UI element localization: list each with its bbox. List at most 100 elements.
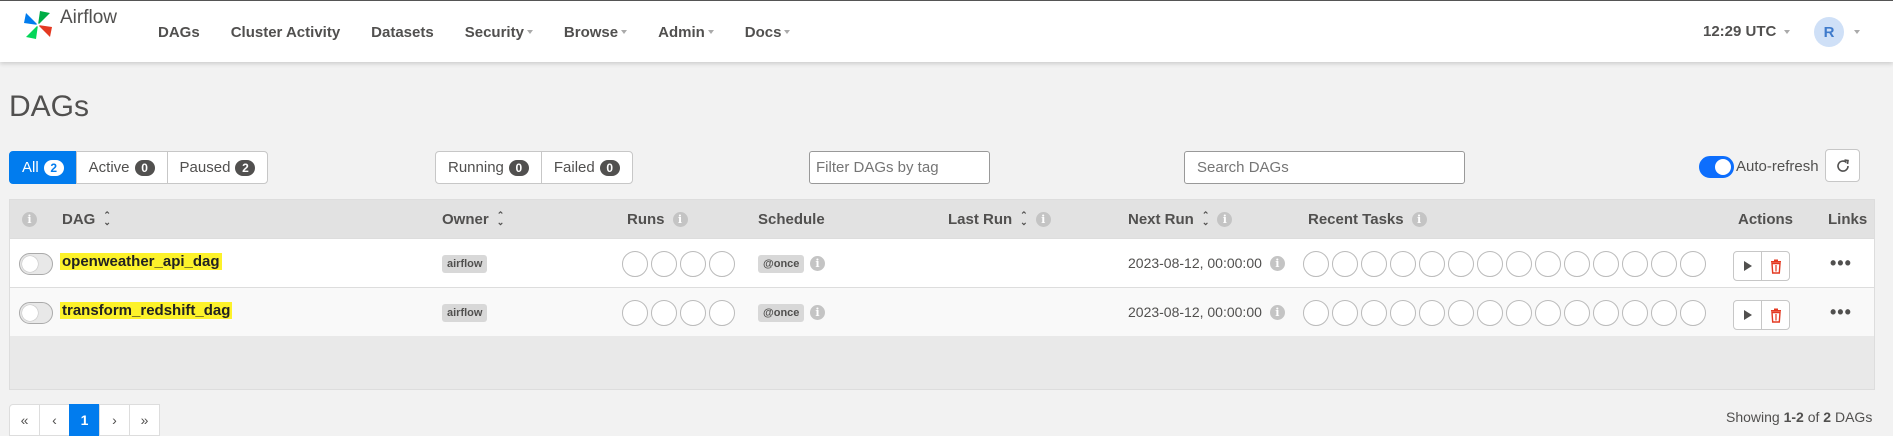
task-state-circle[interactable] <box>1593 300 1619 326</box>
tag-filter-input[interactable] <box>809 151 990 184</box>
next-run-value: 2023-08-12, 00:00:00 <box>1128 304 1262 320</box>
task-state-circle[interactable] <box>1622 251 1648 277</box>
col-schedule: Schedule <box>758 200 825 238</box>
info-icon[interactable]: i <box>1269 304 1285 320</box>
task-state-circle[interactable] <box>1303 251 1329 277</box>
task-state-circle[interactable] <box>1564 300 1590 326</box>
info-icon[interactable]: i <box>1217 211 1233 227</box>
col-owner[interactable]: Owner ⌃ ⌄ <box>442 200 504 238</box>
next-run-cell: 2023-08-12, 00:00:00 i <box>1128 304 1285 320</box>
task-state-circle[interactable] <box>1303 300 1329 326</box>
task-state-circle[interactable] <box>1448 251 1474 277</box>
links-menu-icon[interactable]: ••• <box>1830 253 1852 274</box>
run-state-circle[interactable] <box>622 251 648 277</box>
nav-dags[interactable]: DAGs <box>158 24 200 41</box>
refresh-button[interactable] <box>1825 149 1860 182</box>
info-icon[interactable]: i <box>672 211 688 227</box>
nav-docs-label: Docs <box>744 23 782 41</box>
run-state-circle[interactable] <box>651 251 677 277</box>
nav-browse[interactable]: Browse <box>564 24 628 41</box>
links-menu-icon[interactable]: ••• <box>1830 302 1852 323</box>
delete-dag-button[interactable] <box>1761 251 1790 281</box>
utc-clock[interactable]: 12:29 UTC <box>1703 23 1791 40</box>
last-page-button[interactable]: » <box>129 404 160 436</box>
nav-docs[interactable]: Docs <box>745 24 791 41</box>
task-state-circle[interactable] <box>1361 300 1387 326</box>
trigger-dag-button[interactable] <box>1733 300 1762 330</box>
filter-running-button[interactable]: Running 0 <box>435 151 542 184</box>
prev-page-button[interactable]: ‹ <box>39 404 70 436</box>
info-icon[interactable]: i <box>22 211 37 227</box>
pause-toggle[interactable] <box>19 302 53 324</box>
brand-logo[interactable]: Airflow <box>22 7 117 41</box>
count-badge: 2 <box>235 159 256 176</box>
task-state-circle[interactable] <box>1390 300 1416 326</box>
col-dag[interactable]: DAG ⌃ ⌄ <box>62 200 111 238</box>
task-state-circle[interactable] <box>1506 300 1532 326</box>
run-state-circle[interactable] <box>680 300 706 326</box>
run-state-circle[interactable] <box>622 300 648 326</box>
table-header: i DAG ⌃ ⌄ Owner ⌃ ⌄ Runs i Schedule Last Run ⌃… <box>10 200 1874 238</box>
schedule-tag: @once <box>758 304 805 322</box>
task-state-circle[interactable] <box>1390 251 1416 277</box>
table-row: transform_redshift_dag airflow @once i 2… <box>10 287 1874 336</box>
task-state-circle[interactable] <box>1564 251 1590 277</box>
col-last-run-label: Last Run <box>948 210 1013 228</box>
page-1-button[interactable]: 1 <box>69 404 100 436</box>
trigger-dag-button[interactable] <box>1733 251 1762 281</box>
auto-refresh-toggle[interactable] <box>1699 156 1734 178</box>
info-icon[interactable]: i <box>810 305 825 320</box>
delete-dag-button[interactable] <box>1761 300 1790 330</box>
filter-failed-button[interactable]: Failed 0 <box>540 151 633 184</box>
run-state-circle[interactable] <box>651 300 677 326</box>
task-state-circle[interactable] <box>1651 251 1677 277</box>
task-state-circle[interactable] <box>1419 300 1445 326</box>
next-page-button[interactable]: › <box>99 404 130 436</box>
task-state-circle[interactable] <box>1680 251 1706 277</box>
filter-all-button[interactable]: All 2 <box>9 151 77 184</box>
nav-cluster-activity[interactable]: Cluster Activity <box>231 24 340 41</box>
showing-total: 2 <box>1823 409 1832 425</box>
task-state-circle[interactable] <box>1622 300 1648 326</box>
nav-admin[interactable]: Admin <box>658 24 714 41</box>
task-state-circle[interactable] <box>1477 300 1503 326</box>
nav-security[interactable]: Security <box>465 24 533 41</box>
owner-tag[interactable]: airflow <box>442 255 488 273</box>
task-state-circle[interactable] <box>1593 251 1619 277</box>
task-state-circle[interactable] <box>1361 251 1387 277</box>
filter-failed-label: Failed <box>553 159 595 176</box>
first-page-button[interactable]: « <box>9 404 40 436</box>
run-state-circle[interactable] <box>680 251 706 277</box>
task-state-circle[interactable] <box>1535 300 1561 326</box>
task-state-circle[interactable] <box>1477 251 1503 277</box>
owner-tag[interactable]: airflow <box>442 304 488 322</box>
task-state-circle[interactable] <box>1535 251 1561 277</box>
filter-active-button[interactable]: Active 0 <box>75 151 168 184</box>
nav-datasets[interactable]: Datasets <box>371 24 434 41</box>
pause-toggle[interactable] <box>19 253 53 275</box>
info-icon[interactable]: i <box>1035 211 1051 227</box>
dag-id-link[interactable]: openweather_api_dag <box>60 253 222 270</box>
task-state-circle[interactable] <box>1332 300 1358 326</box>
info-icon[interactable]: i <box>1269 255 1285 271</box>
search-input[interactable] <box>1184 151 1465 184</box>
filter-paused-button[interactable]: Paused 2 <box>166 151 269 184</box>
col-last-run[interactable]: Last Run ⌃ ⌄ i <box>948 200 1051 238</box>
user-menu[interactable]: R <box>1814 17 1860 47</box>
task-state-circle[interactable] <box>1651 300 1677 326</box>
run-state-filter-group: Running 0 Failed 0 <box>435 151 633 184</box>
run-state-circle[interactable] <box>709 251 735 277</box>
col-recent-tasks-label: Recent Tasks <box>1308 210 1404 228</box>
task-state-circle[interactable] <box>1680 300 1706 326</box>
task-state-circle[interactable] <box>1506 251 1532 277</box>
next-run-cell: 2023-08-12, 00:00:00 i <box>1128 255 1285 271</box>
task-state-circle[interactable] <box>1419 251 1445 277</box>
dag-id-link[interactable]: transform_redshift_dag <box>60 302 233 319</box>
col-next-run[interactable]: Next Run ⌃ ⌄ i <box>1128 200 1233 238</box>
info-icon[interactable]: i <box>1411 211 1427 227</box>
nav-admin-label: Admin <box>658 23 705 41</box>
task-state-circle[interactable] <box>1448 300 1474 326</box>
task-state-circle[interactable] <box>1332 251 1358 277</box>
info-icon[interactable]: i <box>810 256 825 271</box>
run-state-circle[interactable] <box>709 300 735 326</box>
